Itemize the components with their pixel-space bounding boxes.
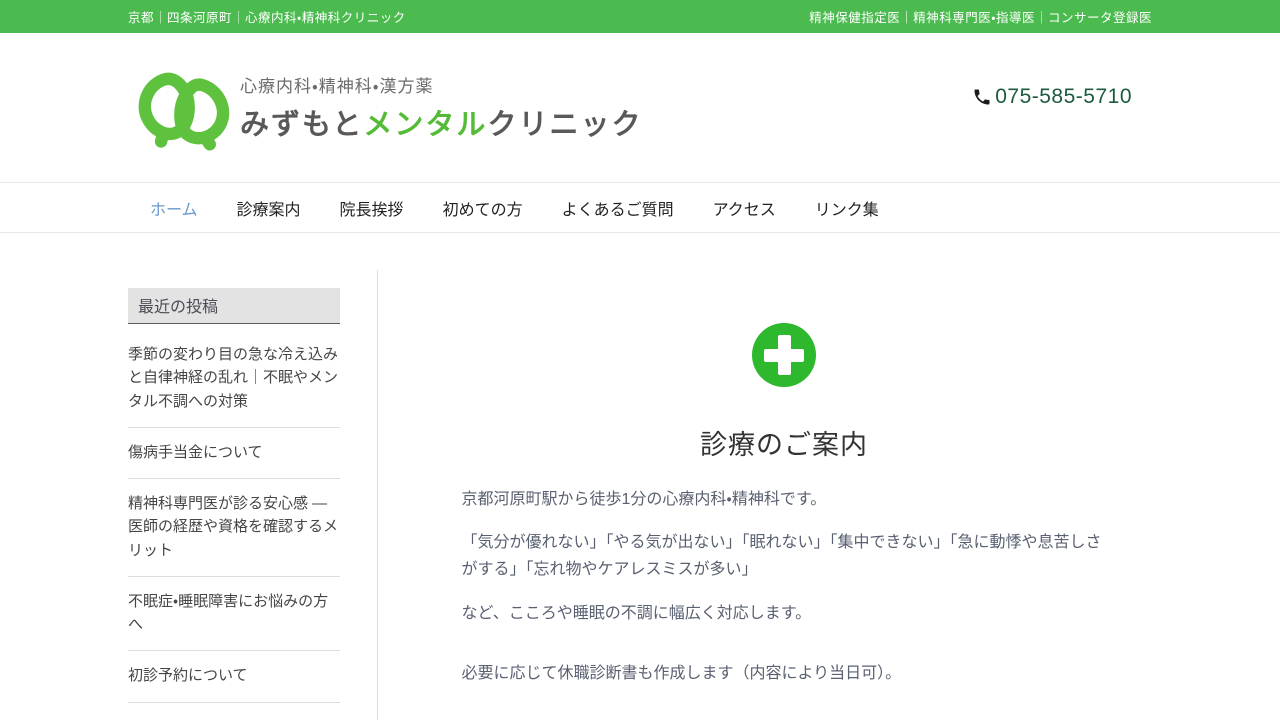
- sidebar: 最近の投稿 季節の変わり目の急な冷え込みと自律神経の乱れ｜不眠やメンタル不調への…: [128, 270, 340, 720]
- clinic-name-highlight: メンタル: [363, 109, 487, 141]
- recent-posts-list: 季節の変わり目の急な冷え込みと自律神経の乱れ｜不眠やメンタル不調への対策 傷病手…: [128, 330, 340, 703]
- medical-cross-icon: [752, 323, 816, 387]
- post-link-specialist-reassurance[interactable]: 精神科専門医が診る安心感 — 医師の経歴や資格を確認するメリット: [128, 492, 340, 562]
- post-link-seasonal-change[interactable]: 季節の変わり目の急な冷え込みと自律神経の乱れ｜不眠やメンタル不調への対策: [128, 343, 340, 413]
- page-title: 診療のご案内: [454, 423, 1114, 462]
- nav-item-services[interactable]: 診療案内: [237, 196, 301, 220]
- twin-loops-logo-icon: [136, 65, 232, 151]
- post-link-injury-allowance[interactable]: 傷病手当金について: [128, 441, 340, 464]
- top-info-bar: 京都｜四条河原町｜心療内科・精神科クリニック 精神保健指定医｜精神科専門医・指導…: [0, 0, 1280, 33]
- topbar-left-text: 京都｜四条河原町｜心療内科・精神科クリニック: [128, 7, 406, 26]
- post-link-first-reservation[interactable]: 初診予約について: [128, 664, 340, 687]
- list-item: 精神科専門医が診る安心感 — 医師の経歴や資格を確認するメリット: [128, 479, 340, 577]
- main-navigation: ホーム 診療案内 院長挨拶 初めての方 よくあるご質問 アクセス リンク集: [0, 182, 1280, 233]
- topbar-right-text: 精神保健指定医｜精神科専門医・指導医｜コンサータ登録医: [809, 7, 1152, 26]
- main-content: 診療のご案内 京都河原町駅から徒歩1分の心療内科・精神科です。 「気分が優れない…: [377, 270, 1152, 720]
- phone-receiver-icon: [972, 87, 992, 107]
- list-item: 不眠症・睡眠障害にお悩みの方へ: [128, 577, 340, 652]
- certificate-paragraph: 必要に応じて休職診断書も作成します（内容により当日可）。: [462, 660, 1107, 687]
- nav-item-links[interactable]: リンク集: [815, 196, 879, 220]
- symptoms-paragraph: 「気分が優れない」「やる気が出ない」「眠れない」「集中できない」「急に動悸や息苦…: [462, 529, 1107, 583]
- nav-item-faq[interactable]: よくあるご質問: [562, 196, 674, 220]
- list-item: 季節の変わり目の急な冷え込みと自律神経の乱れ｜不眠やメンタル不調への対策: [128, 330, 340, 428]
- nav-item-access[interactable]: アクセス: [713, 196, 776, 220]
- nav-item-director-greeting[interactable]: 院長挨拶: [340, 196, 404, 220]
- clinic-logo[interactable]: 心療内科・精神科・漢方薬 みずもとメンタルクリニック: [136, 65, 642, 151]
- nav-item-first-visit[interactable]: 初めての方: [443, 196, 523, 220]
- nav-item-home[interactable]: ホーム: [150, 196, 198, 220]
- coverage-paragraph: など、こころや睡眠の不調に幅広く対応します。: [462, 600, 1107, 627]
- page-content: 最近の投稿 季節の変わり目の急な冷え込みと自律神経の乱れ｜不眠やメンタル不調への…: [0, 270, 1280, 720]
- post-link-insomnia[interactable]: 不眠症・睡眠障害にお悩みの方へ: [128, 590, 340, 637]
- clinic-name: みずもとメンタルクリニック: [240, 101, 642, 143]
- intro-text: 京都河原町駅から徒歩1分の心療内科・精神科です。 「気分が優れない」「やる気が出…: [462, 486, 1107, 687]
- intro-paragraph: 京都河原町駅から徒歩1分の心療内科・精神科です。: [462, 486, 1107, 513]
- phone-number: 075-585-5710: [995, 85, 1132, 109]
- clinic-tagline: 心療内科・精神科・漢方薬: [240, 72, 642, 97]
- list-item: 傷病手当金について: [128, 428, 340, 479]
- recent-posts-title: 最近の投稿: [128, 288, 340, 324]
- phone-link[interactable]: 075-585-5710: [972, 85, 1132, 109]
- list-item: 初診予約について: [128, 651, 340, 702]
- site-header: 心療内科・精神科・漢方薬 みずもとメンタルクリニック 075-585-5710: [0, 33, 1280, 182]
